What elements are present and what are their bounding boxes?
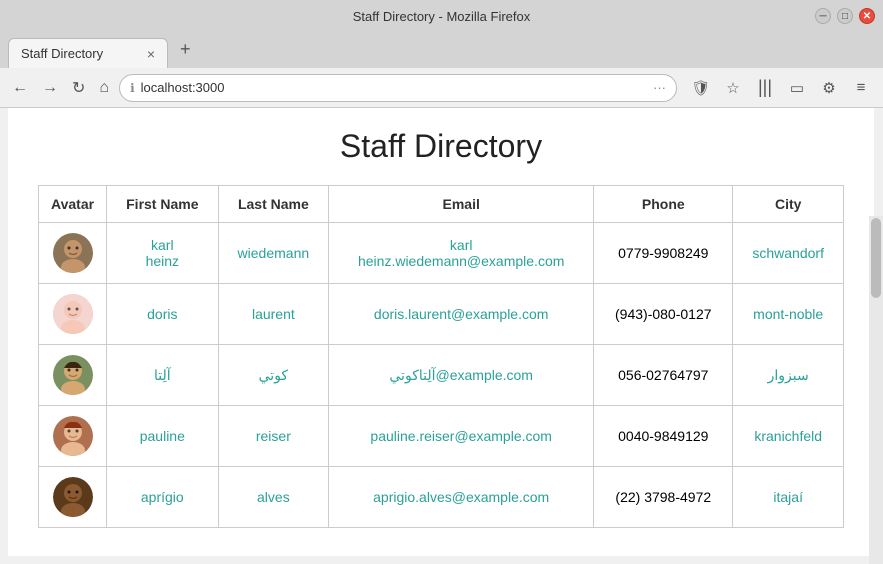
close-button[interactable]: ✕: [859, 8, 875, 24]
back-button[interactable]: ←: [8, 77, 32, 99]
city-cell: schwandorf: [733, 223, 844, 284]
city-cell: mont-noble: [733, 284, 844, 345]
last-name-cell: laurent: [218, 284, 329, 345]
staff-table: Avatar First Name Last Name Email Phone …: [38, 185, 844, 528]
address-bar: ← → ↻ ⌂ ℹ localhost:3000 ··· 🛡 ☆ ||| ▭ ⚙…: [0, 68, 883, 108]
first-name-cell: doris: [107, 284, 218, 345]
security-icon: ℹ: [130, 81, 135, 95]
scrollbar-thumb[interactable]: [871, 218, 881, 298]
email-cell: aprigio.alves@example.com: [329, 467, 594, 528]
last-name-cell: alves: [218, 467, 329, 528]
email-cell: آلِتاكوتي@example.com: [329, 345, 594, 406]
email-cell: pauline.reiser@example.com: [329, 406, 594, 467]
tab-close-button[interactable]: ×: [147, 46, 155, 62]
phone-cell: 0779-9908249: [594, 223, 733, 284]
table-row: aprígioalvesaprigio.alves@example.com(22…: [39, 467, 844, 528]
email-cell: karl heinz.wiedemann@example.com: [329, 223, 594, 284]
table-row: paulinereiserpauline.reiser@example.com0…: [39, 406, 844, 467]
avatar: [53, 355, 93, 395]
avatar-cell: [39, 223, 107, 284]
active-tab[interactable]: Staff Directory ×: [8, 38, 168, 68]
table-header: Avatar First Name Last Name Email Phone …: [39, 186, 844, 223]
email-cell: doris.laurent@example.com: [329, 284, 594, 345]
col-email: Email: [329, 186, 594, 223]
table-row: karl heinzwiedemannkarl heinz.wiedemann@…: [39, 223, 844, 284]
scrollbar-track[interactable]: [869, 216, 883, 564]
table-body: karl heinzwiedemannkarl heinz.wiedemann@…: [39, 223, 844, 528]
url-options-icon[interactable]: ···: [653, 80, 666, 95]
window-title: Staff Directory - Mozilla Firefox: [0, 9, 883, 24]
library-icon[interactable]: |||: [751, 74, 779, 102]
phone-cell: 056-02764797: [594, 345, 733, 406]
avatar: [53, 477, 93, 517]
new-tab-button[interactable]: +: [172, 35, 199, 64]
avatar-cell: [39, 406, 107, 467]
city-cell: سبزوار: [733, 345, 844, 406]
minimize-button[interactable]: ─: [815, 8, 831, 24]
avatar-cell: [39, 345, 107, 406]
col-city: City: [733, 186, 844, 223]
toolbar-icons: 🛡 ☆ ||| ▭ ⚙ ≡: [687, 74, 875, 102]
bookmark-icon[interactable]: ☆: [719, 74, 747, 102]
first-name-cell: آلِتا: [107, 345, 218, 406]
phone-cell: 0040-9849129: [594, 406, 733, 467]
table-row: dorislaurentdoris.laurent@example.com(94…: [39, 284, 844, 345]
page-title: Staff Directory: [38, 128, 844, 165]
last-name-cell: reiser: [218, 406, 329, 467]
col-first-name: First Name: [107, 186, 218, 223]
last-name-cell: wiedemann: [218, 223, 329, 284]
city-cell: itajaí: [733, 467, 844, 528]
first-name-cell: pauline: [107, 406, 218, 467]
city-cell: kranichfeld: [733, 406, 844, 467]
tab-bar: Staff Directory × +: [0, 32, 883, 68]
col-phone: Phone: [594, 186, 733, 223]
col-last-name: Last Name: [218, 186, 329, 223]
menu-icon[interactable]: ≡: [847, 74, 875, 102]
last-name-cell: كوتي: [218, 345, 329, 406]
restore-button[interactable]: □: [837, 8, 853, 24]
phone-cell: (22) 3798-4972: [594, 467, 733, 528]
avatar-cell: [39, 284, 107, 345]
window-controls: ─ □ ✕: [815, 8, 875, 24]
first-name-cell: karl heinz: [107, 223, 218, 284]
tab-label: Staff Directory: [21, 46, 103, 61]
avatar: [53, 294, 93, 334]
reader-view-icon[interactable]: ▭: [783, 74, 811, 102]
avatar: [53, 416, 93, 456]
avatar: [53, 233, 93, 273]
url-bar[interactable]: ℹ localhost:3000 ···: [119, 74, 677, 102]
col-avatar: Avatar: [39, 186, 107, 223]
refresh-button[interactable]: ↻: [68, 76, 89, 100]
home-button[interactable]: ⌂: [95, 77, 113, 99]
browser-window: Staff Directory - Mozilla Firefox ─ □ ✕ …: [0, 0, 883, 564]
phone-cell: (943)-080-0127: [594, 284, 733, 345]
avatar-cell: [39, 467, 107, 528]
url-text: localhost:3000: [141, 80, 647, 95]
table-row: آلِتاكوتيآلِتاكوتي@example.com056-027647…: [39, 345, 844, 406]
header-row: Avatar First Name Last Name Email Phone …: [39, 186, 844, 223]
first-name-cell: aprígio: [107, 467, 218, 528]
title-bar: Staff Directory - Mozilla Firefox ─ □ ✕: [0, 0, 883, 32]
shield-icon[interactable]: 🛡: [687, 74, 715, 102]
forward-button[interactable]: →: [38, 77, 62, 99]
page-content: Staff Directory Avatar First Name Last N…: [8, 108, 874, 556]
extensions-icon[interactable]: ⚙: [815, 74, 843, 102]
